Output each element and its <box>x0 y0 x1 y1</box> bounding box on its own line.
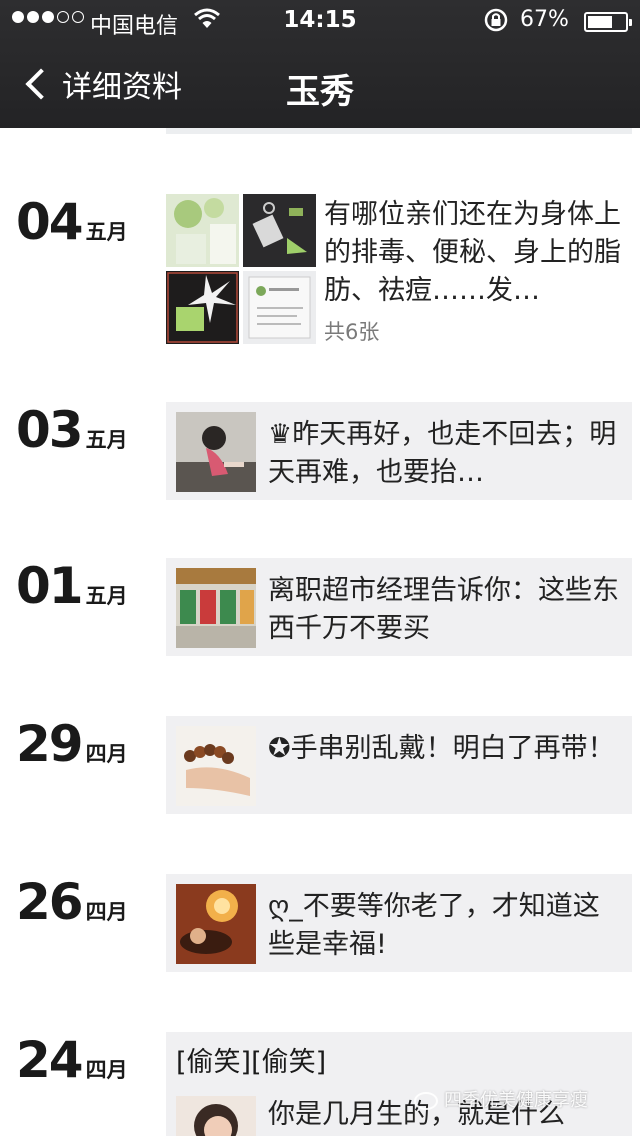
article-thumbnail <box>176 1096 256 1136</box>
battery-icon <box>584 12 632 32</box>
post-day: 03 <box>16 401 84 459</box>
timeline-entry: 29 四月 ✪手串别乱戴！明白了再带！ <box>0 716 640 816</box>
shared-article-card[interactable]: 离职超市经理告诉你：这些东西千万不要买 <box>166 558 632 656</box>
post-comment: [偷笑][偷笑] <box>176 1047 327 1078</box>
post-month: 五月 <box>85 428 128 452</box>
shared-article-card[interactable]: ღ_不要等你老了，才知道这些是幸福! <box>166 874 632 972</box>
photo-thumbnail[interactable] <box>243 194 316 267</box>
timeline-entry: 04 五月 有哪位亲们还在为身体上的排毒、便秘、身上的脂肪、祛痘……发… 共6张 <box>0 194 640 354</box>
article-thumbnail <box>176 884 256 964</box>
post-day: 29 <box>16 715 84 773</box>
timeline-entry: 26 四月 ღ_不要等你老了，才知道这些是幸福! <box>0 874 640 974</box>
photo-count: 共6张 <box>324 320 380 344</box>
article-title: ღ_不要等你老了，才知道这些是幸福! <box>268 891 600 960</box>
article-thumbnail <box>176 412 256 492</box>
shared-article-card[interactable]: [偷笑][偷笑] 你是几月生的，就是什么 <box>166 1032 632 1136</box>
timeline-entry: 01 五月 离职超市经理告诉你：这些东西千万不要买 <box>0 558 640 658</box>
article-title: 离职超市经理告诉你：这些东西千万不要买 <box>268 575 619 644</box>
post-timeline[interactable]: 04 五月 有哪位亲们还在为身体上的排毒、便秘、身上的脂肪、祛痘……发… 共6张… <box>0 128 640 1136</box>
battery-percent: 67% <box>520 7 569 32</box>
photo-post[interactable]: 有哪位亲们还在为身体上的排毒、便秘、身上的脂肪、祛痘……发… 共6张 <box>166 194 632 346</box>
article-thumbnail <box>176 568 256 648</box>
photo-grid[interactable] <box>166 194 318 346</box>
battery-level <box>588 16 612 28</box>
shared-article-card[interactable]: ✪手串别乱戴！明白了再带！ <box>166 716 632 814</box>
post-month: 五月 <box>85 220 128 244</box>
watermark-text: 四季优美健康享瘦 <box>444 1090 588 1111</box>
post-date: 24 四月 <box>16 1032 128 1102</box>
watermark: 四季优美健康享瘦 <box>414 1086 588 1112</box>
post-date: 26 四月 <box>16 874 128 944</box>
article-title: ✪手串别乱戴！明白了再带！ <box>268 733 615 764</box>
wechat-icon <box>414 1092 438 1110</box>
shared-article-card[interactable]: ♛昨天再好，也走不回去；明天再难，也要抬… <box>166 402 632 500</box>
photo-thumbnail[interactable] <box>166 194 239 267</box>
post-date: 01 五月 <box>16 558 128 628</box>
post-month: 四月 <box>85 900 128 924</box>
page-title: 玉秀 <box>286 72 354 112</box>
article-thumbnail <box>176 726 256 806</box>
post-month: 四月 <box>85 1058 128 1082</box>
post-day: 01 <box>16 557 84 615</box>
post-day: 24 <box>16 1031 84 1089</box>
post-date: 04 五月 <box>16 194 128 264</box>
post-day: 26 <box>16 873 84 931</box>
post-day: 04 <box>16 193 84 251</box>
timeline-entry: 24 四月 [偷笑][偷笑] 你是几月生的，就是什么 <box>0 1032 640 1136</box>
navigation-bar: 详细资料 玉秀 <box>0 40 640 128</box>
previous-card-edge <box>166 128 632 134</box>
post-text: 有哪位亲们还在为身体上的排毒、便秘、身上的脂肪、祛痘……发… <box>324 199 621 306</box>
post-date: 03 五月 <box>16 402 128 472</box>
timeline-entry: 03 五月 ♛昨天再好，也走不回去；明天再难，也要抬… <box>0 402 640 502</box>
post-month: 五月 <box>85 584 128 608</box>
top-bar: 中国电信 14:15 67% 详细资料 玉秀 <box>0 0 640 128</box>
article-title: ♛昨天再好，也走不回去；明天再难，也要抬… <box>268 419 617 488</box>
photo-thumbnail[interactable] <box>166 271 239 344</box>
post-month: 四月 <box>85 742 128 766</box>
post-date: 29 四月 <box>16 716 128 786</box>
rotation-lock-icon <box>484 8 508 32</box>
status-bar: 中国电信 14:15 67% <box>0 0 640 40</box>
photo-thumbnail[interactable] <box>243 271 316 344</box>
